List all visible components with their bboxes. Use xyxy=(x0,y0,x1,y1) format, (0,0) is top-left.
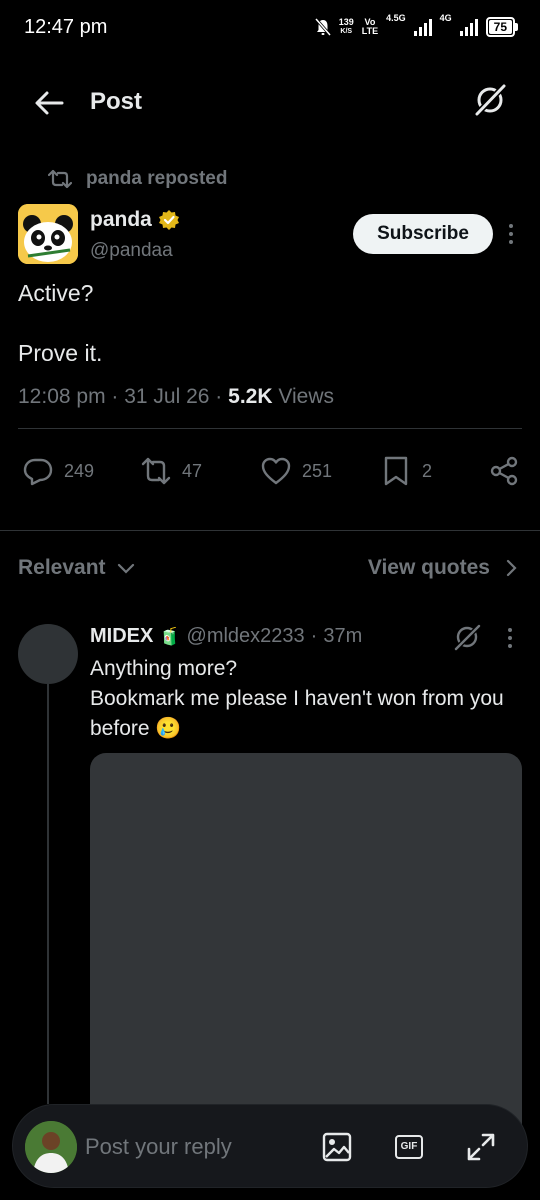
reply-header: MIDEX 🧃 @mldex2233 · 37m xyxy=(90,625,363,648)
reply-avatar[interactable] xyxy=(18,624,78,684)
divider xyxy=(18,428,522,429)
repost-label: panda reposted xyxy=(86,168,228,189)
reply-more-icon[interactable] xyxy=(505,626,515,650)
like-action[interactable]: 251 xyxy=(260,455,332,487)
chevron-right-icon xyxy=(506,559,517,577)
author-name[interactable]: panda xyxy=(90,208,180,232)
gif-label: GIF xyxy=(394,1135,424,1159)
repost-icon xyxy=(48,169,72,189)
post-date: 31 Jul 26 xyxy=(124,385,210,408)
network-type-1: 4.5G xyxy=(386,13,406,23)
share-icon xyxy=(490,456,518,486)
views-label[interactable]: Views xyxy=(278,385,334,408)
bookmark-action[interactable]: 2 xyxy=(380,455,432,487)
user-avatar-image xyxy=(25,1121,77,1173)
grok-icon[interactable] xyxy=(452,622,482,652)
mute-bell-icon xyxy=(314,18,331,36)
post-text-line-1: Active? xyxy=(18,280,94,306)
bookmark-count: 2 xyxy=(422,460,433,481)
reply-author-name[interactable]: MIDEX xyxy=(90,625,153,648)
author-avatar[interactable] xyxy=(18,204,78,264)
back-arrow-icon[interactable] xyxy=(32,86,66,120)
divider xyxy=(0,530,540,531)
status-time: 12:47 pm xyxy=(24,16,108,38)
page-title: Post xyxy=(90,88,143,115)
reply-composer: GIF xyxy=(12,1104,528,1188)
subscribe-button[interactable]: Subscribe xyxy=(353,214,493,254)
battery-icon: 75 xyxy=(485,17,518,37)
volte-indicator: Vo LTE xyxy=(361,17,379,36)
like-count: 251 xyxy=(302,460,333,481)
expand-icon[interactable] xyxy=(463,1129,499,1165)
sort-relevant-dropdown[interactable]: Relevant xyxy=(18,556,136,580)
reply-action[interactable]: 249 xyxy=(22,455,94,487)
post-actions: 249 47 251 2 xyxy=(0,455,540,499)
repost-count: 47 xyxy=(182,460,203,481)
reply-time: 37m xyxy=(323,625,363,647)
grok-icon[interactable] xyxy=(472,82,508,118)
status-bar: 12:47 pm 139 K/S Vo LTE 4.5G 4G 75 xyxy=(0,0,540,56)
image-icon[interactable] xyxy=(319,1129,355,1165)
post-meta: 12:08 pm · 31 Jul 26 · 5.2K Views xyxy=(18,385,334,408)
author-handle[interactable]: @pandaa xyxy=(90,240,173,262)
reply-icon xyxy=(23,458,53,486)
status-icons: 139 K/S Vo LTE 4.5G 4G 75 xyxy=(314,13,518,40)
views-count: 5.2K xyxy=(228,385,273,408)
gif-button[interactable]: GIF xyxy=(391,1129,427,1165)
post-text-line-2: Prove it. xyxy=(18,340,103,366)
top-bar: Post xyxy=(0,72,540,132)
reply-author-handle[interactable]: @mldex2233 xyxy=(187,625,305,648)
post-more-icon[interactable] xyxy=(506,222,516,246)
user-avatar xyxy=(25,1121,77,1173)
panda-avatar-image xyxy=(18,204,78,264)
repost-action-icon xyxy=(141,457,171,485)
repost-indicator: panda reposted xyxy=(48,168,227,190)
signal-icon xyxy=(413,18,432,36)
bookmark-icon xyxy=(384,456,408,486)
network-speed: 139 K/S xyxy=(338,17,354,36)
reply-text: Anything more? Bookmark me please I have… xyxy=(90,657,504,740)
network-type-2: 4G xyxy=(439,13,452,23)
post-time: 12:08 pm xyxy=(18,385,106,408)
view-quotes-link[interactable]: View quotes xyxy=(368,556,518,580)
juice-box-emoji: 🧃 xyxy=(159,626,181,646)
reply-count: 249 xyxy=(64,460,95,481)
signal-icon-2 xyxy=(459,18,478,36)
reply-input[interactable] xyxy=(85,1127,295,1167)
heart-icon xyxy=(261,457,291,485)
battery-level: 75 xyxy=(488,20,512,34)
chevron-down-icon xyxy=(117,563,134,574)
share-action[interactable] xyxy=(488,455,520,487)
verified-badge-icon xyxy=(158,210,179,230)
repost-action[interactable]: 47 xyxy=(140,455,202,487)
reply-media[interactable] xyxy=(90,753,522,1153)
thread-line xyxy=(47,684,49,1104)
